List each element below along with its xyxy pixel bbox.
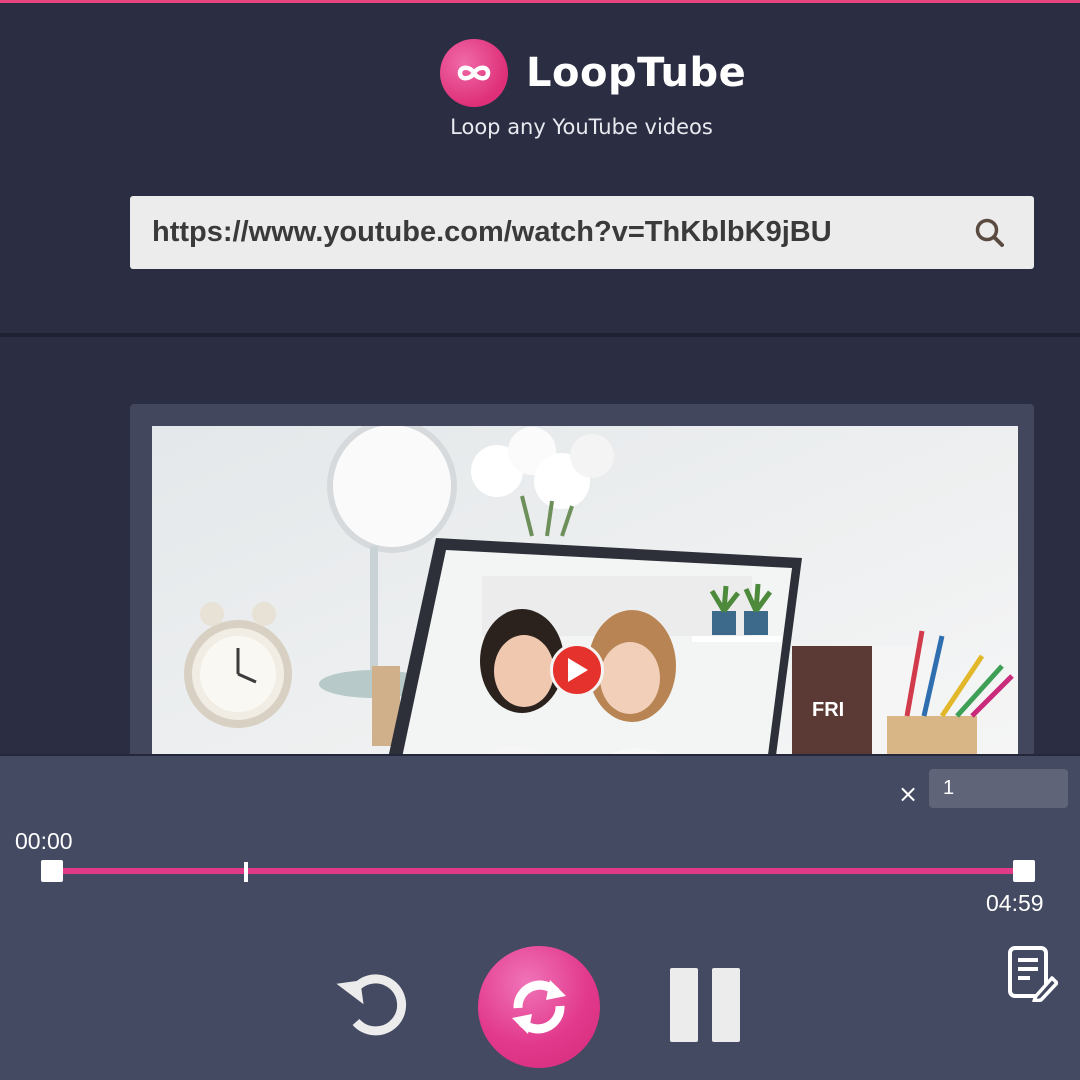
loop-count-input[interactable] <box>929 769 1068 808</box>
start-handle[interactable] <box>41 860 63 882</box>
loop-range-track[interactable] <box>52 868 1024 874</box>
tagline: Loop any YouTube videos <box>450 115 713 139</box>
loop-multiplier-symbol: × <box>898 780 919 808</box>
url-input[interactable] <box>152 196 952 269</box>
play-icon[interactable] <box>550 643 604 697</box>
pause-icon[interactable] <box>670 968 742 1042</box>
replay-icon[interactable] <box>334 964 410 1040</box>
header: LoopTube Loop any YouTube videos <box>0 3 1080 333</box>
app-name: LoopTube <box>526 50 747 96</box>
playhead-marker[interactable] <box>244 862 249 882</box>
brand[interactable]: LoopTube <box>440 39 746 107</box>
infinity-logo-icon <box>440 39 508 107</box>
search-icon[interactable] <box>974 217 1006 249</box>
loop-toggle-icon[interactable] <box>478 946 600 1068</box>
start-time-label: 00:00 <box>15 828 73 854</box>
section-divider <box>0 333 1080 337</box>
svg-text:FRI: FRI <box>812 699 844 721</box>
end-time-label: 04:59 <box>986 890 1044 916</box>
video-player-frame: FRI <box>130 404 1034 786</box>
end-handle[interactable] <box>1013 860 1035 882</box>
notes-edit-icon[interactable] <box>1006 944 1059 1003</box>
loop-controls-panel: × 00:00 04:59 <box>0 754 1080 1080</box>
video-thumbnail[interactable]: FRI <box>152 426 1018 786</box>
search-bar <box>130 196 1034 269</box>
